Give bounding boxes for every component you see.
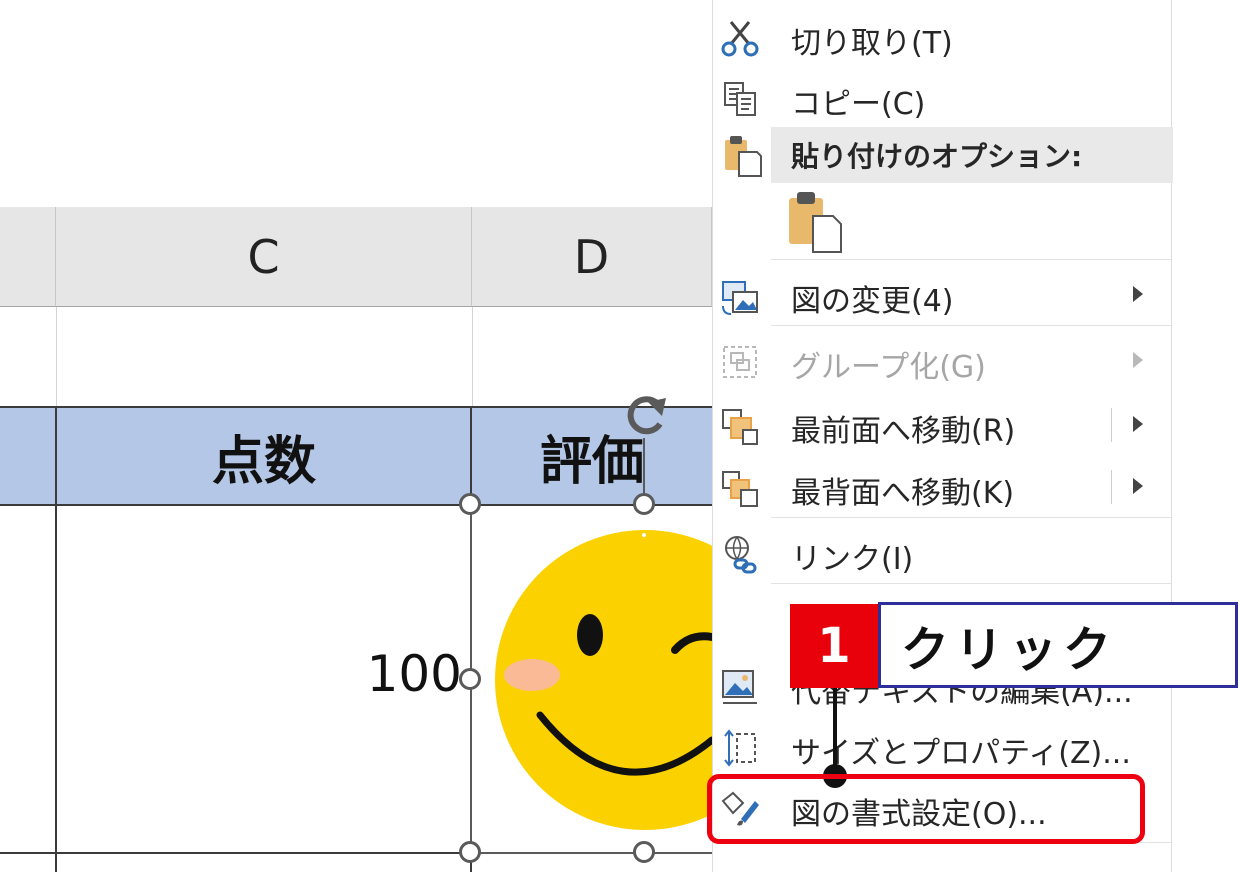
menu-item-link[interactable]: リンク(I) bbox=[713, 522, 1173, 584]
menu-item-label: 最前面へ移動(R) bbox=[791, 414, 1016, 449]
menu-item-label: 切り取り(T) bbox=[791, 26, 953, 61]
rotate-handle-icon[interactable] bbox=[618, 390, 674, 440]
cell-score-value[interactable]: 100 bbox=[300, 645, 462, 703]
submenu-arrow-icon bbox=[1133, 286, 1143, 302]
scissors-icon bbox=[721, 21, 759, 57]
resize-handle[interactable] bbox=[459, 668, 481, 690]
copy-icon bbox=[724, 82, 756, 116]
bring-to-front-icon bbox=[722, 409, 758, 445]
menu-separator bbox=[771, 583, 1171, 584]
menu-separator bbox=[771, 259, 1171, 260]
change-picture-icon bbox=[722, 281, 758, 315]
menu-item-size-and-properties[interactable]: サイズとプロパティ(Z)... bbox=[713, 716, 1173, 778]
group-icon bbox=[723, 346, 757, 378]
menu-item-cut[interactable]: 切り取り(T) bbox=[713, 6, 1173, 68]
resize-handle[interactable] bbox=[633, 841, 655, 863]
column-header-c[interactable]: C bbox=[56, 207, 472, 307]
paste-options-icon bbox=[725, 136, 762, 177]
step-instruction-box: クリック bbox=[878, 602, 1238, 688]
submenu-arrow-icon[interactable] bbox=[1133, 416, 1143, 432]
column-header-b[interactable] bbox=[0, 207, 56, 307]
smiley-face-picture[interactable] bbox=[480, 515, 712, 845]
step-number-badge: 1 bbox=[790, 604, 878, 688]
menu-item-change-picture[interactable]: 図の変更(4) bbox=[713, 264, 1173, 326]
split-divider bbox=[1111, 470, 1112, 504]
alt-text-icon bbox=[722, 670, 757, 704]
resize-handle[interactable] bbox=[459, 493, 481, 515]
send-to-back-icon bbox=[722, 471, 758, 507]
submenu-arrow-icon[interactable] bbox=[1133, 478, 1143, 494]
resize-handle[interactable] bbox=[633, 493, 655, 515]
link-icon bbox=[725, 536, 757, 574]
context-menu: 切り取り(T) コピー(C) 貼り付けのオプション: 図の変更(4) グループ化… bbox=[712, 0, 1173, 872]
menu-separator bbox=[771, 517, 1171, 518]
resize-handle[interactable] bbox=[459, 841, 481, 863]
paste-keep-formatting-icon[interactable] bbox=[785, 190, 843, 254]
split-divider bbox=[1111, 408, 1112, 442]
menu-item-copy[interactable]: コピー(C) bbox=[713, 67, 1173, 129]
menu-item-label: コピー(C) bbox=[791, 87, 926, 122]
highlight-box bbox=[707, 774, 1145, 844]
menu-item-group: グループ化(G) bbox=[713, 330, 1173, 392]
paste-options-header: 貼り付けのオプション: bbox=[771, 127, 1173, 183]
size-properties-icon bbox=[724, 729, 756, 767]
menu-item-label: リンク(I) bbox=[791, 542, 914, 577]
rotation-stem bbox=[643, 438, 645, 498]
callout-pointer-line bbox=[833, 688, 837, 776]
menu-item-send-to-back[interactable]: 最背面へ移動(K) bbox=[713, 456, 1173, 518]
menu-item-label: 最背面へ移動(K) bbox=[791, 476, 1015, 511]
menu-item-bring-to-front[interactable]: 最前面へ移動(R) bbox=[713, 394, 1173, 456]
menu-separator bbox=[771, 325, 1171, 326]
cell-header-rating[interactable]: 評価 bbox=[472, 406, 712, 506]
cell-header-score[interactable]: 点数 bbox=[56, 406, 472, 506]
grid-col-line bbox=[56, 307, 57, 407]
grid-col-line bbox=[472, 307, 473, 407]
menu-item-label: グループ化(G) bbox=[791, 350, 986, 385]
menu-item-label: 図の変更(4) bbox=[791, 284, 954, 319]
column-header-d[interactable]: D bbox=[472, 207, 712, 307]
submenu-arrow-icon bbox=[1133, 352, 1143, 368]
